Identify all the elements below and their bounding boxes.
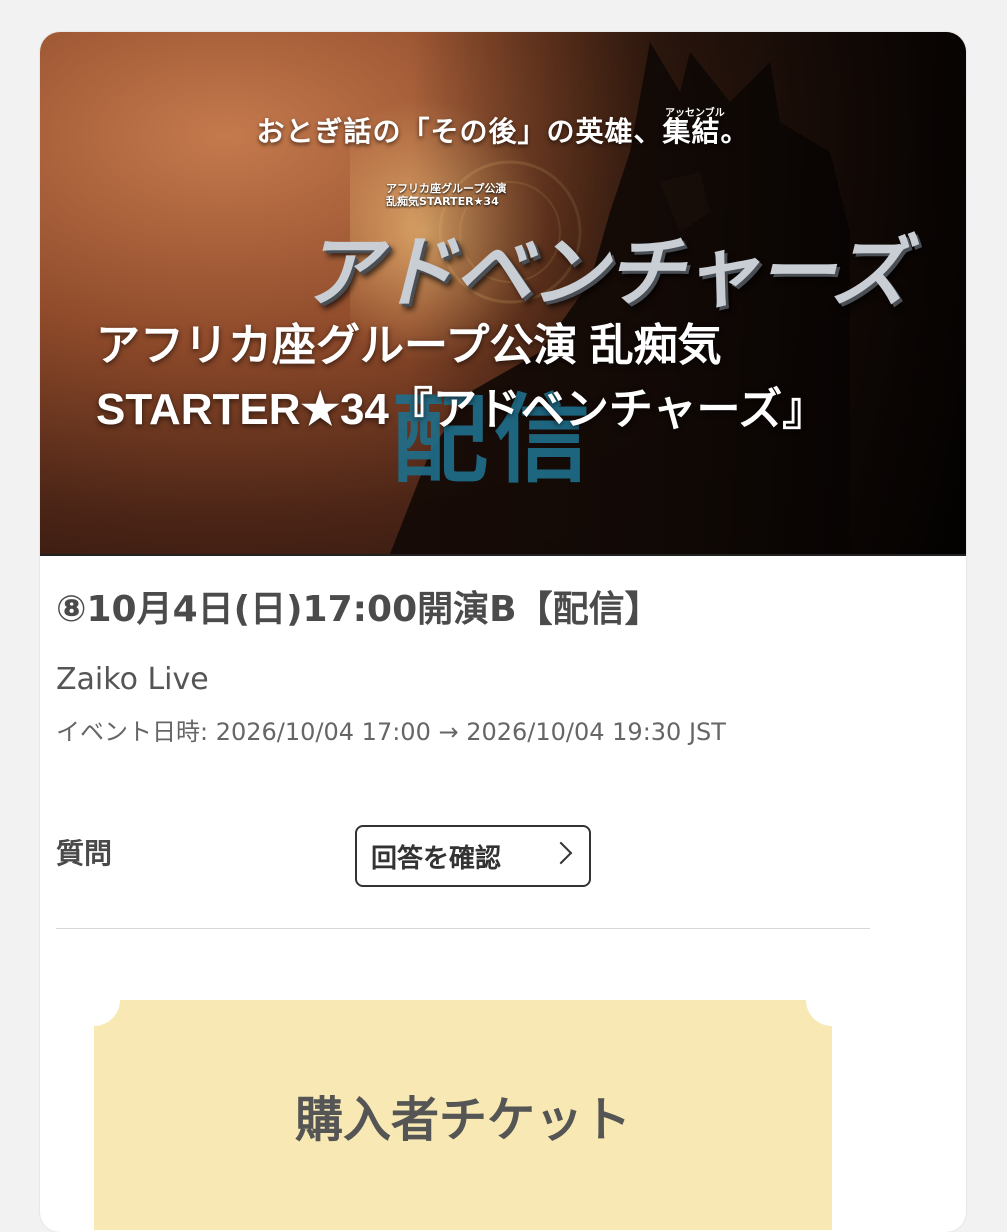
chevron-right-icon [549,841,573,865]
banner-bottom-border [40,554,966,556]
logo-sub-line2: 乱痴気STARTER★34 [386,195,499,208]
banner-tagline: おとぎ話の「その後」の英雄、集結。 [256,115,750,148]
section-divider [56,928,870,929]
event-banner: アッセンブル おとぎ話の「その後」の英雄、集結。 アフリカ座グループ公演 乱痴気… [40,32,966,554]
question-label: 質問 [56,837,113,870]
event-datetime: イベント日時: 2026/10/04 17:00 → 2026/10/04 19… [56,718,726,746]
purchaser-ticket[interactable]: 購入者チケット [68,974,858,1230]
logo-sub-line1: アフリカ座グループ公演 [386,182,507,195]
event-details: ⑧10月4日(日)17:00開演B【配信】 Zaiko Live イベント日時:… [56,580,870,746]
ticket-notch-right [806,974,858,1026]
ticket-notch-left [68,974,120,1026]
venue-name: Zaiko Live [56,662,209,697]
ticket-label: 購入者チケット [294,1092,631,1148]
view-answers-label: 回答を確認 [371,843,502,874]
banner-logo-subtitle: アフリカ座グループ公演 乱痴気STARTER★34 [386,182,506,208]
view-answers-button[interactable]: 回答を確認 [355,825,591,887]
performance-title: ⑧10月4日(日)17:00開演B【配信】 [56,589,661,630]
event-title: アフリカ座グループ公演 乱痴気STARTER★34『アドベンチャーズ』 [96,321,827,434]
banner-logo: アドベンチャーズ [302,228,907,318]
